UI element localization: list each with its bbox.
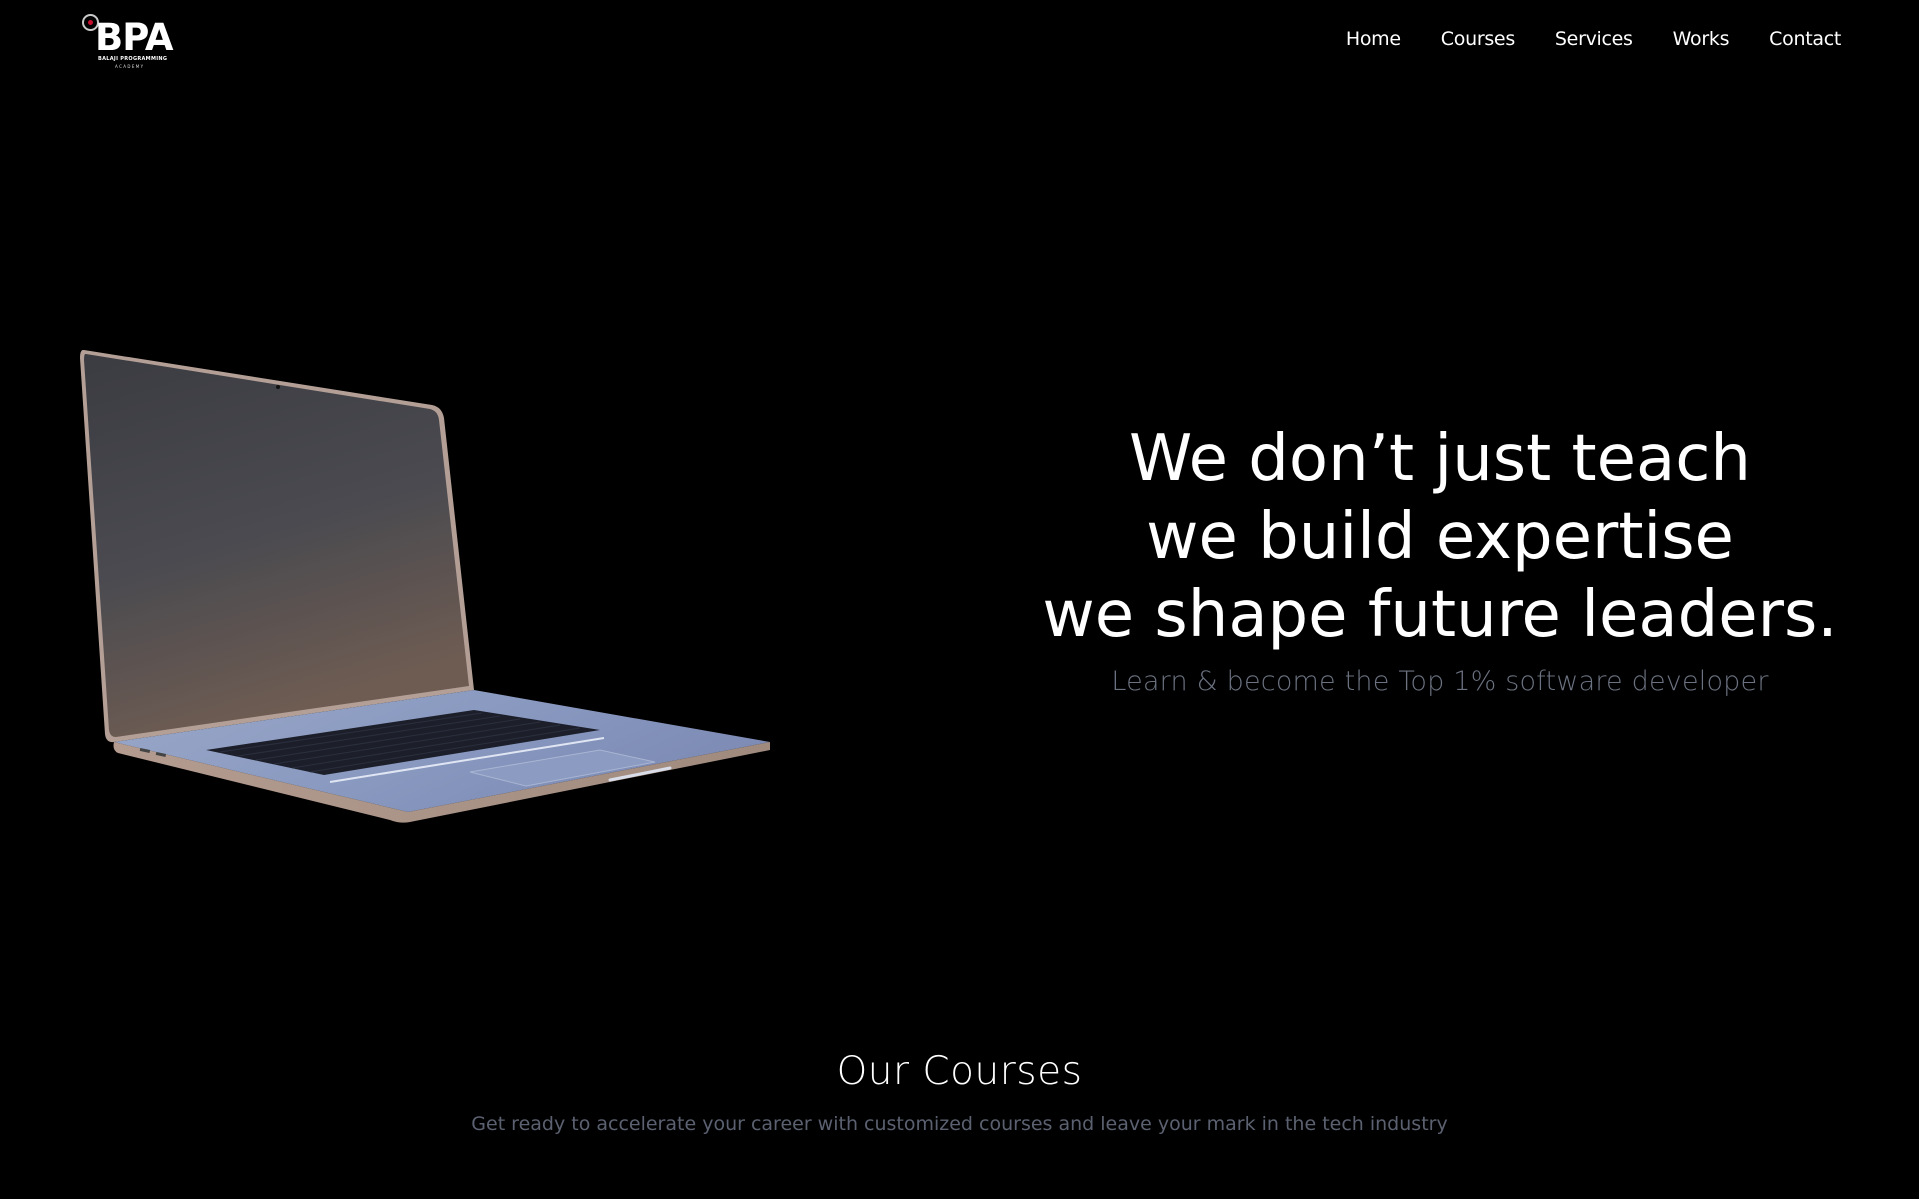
hero-tagline: Learn & become the Top 1% software devel… bbox=[1111, 666, 1769, 697]
courses-title: Our Courses bbox=[836, 1049, 1083, 1094]
brand-logo[interactable]: BPA BALAJI PROGRAMMING ACADEMY bbox=[82, 14, 182, 70]
headline-line-2: we build expertise bbox=[1146, 500, 1734, 574]
logo-subtitle-2: ACADEMY bbox=[115, 64, 145, 69]
nav-contact[interactable]: Contact bbox=[1769, 28, 1841, 50]
courses-subtitle: Get ready to accelerate your career with… bbox=[471, 1113, 1448, 1135]
logo-text: BPA bbox=[95, 16, 174, 59]
laptop-image bbox=[80, 350, 770, 823]
logo-subtitle: BALAJI PROGRAMMING bbox=[98, 56, 168, 62]
main-nav: Home Courses Services Works Contact bbox=[1306, 28, 1841, 50]
nav-home[interactable]: Home bbox=[1346, 28, 1401, 50]
courses-section: Our Courses Get ready to accelerate your… bbox=[0, 1045, 1919, 1135]
nav-courses[interactable]: Courses bbox=[1441, 28, 1515, 50]
nav-services[interactable]: Services bbox=[1555, 28, 1633, 50]
headline-line-3: we shape future leaders. bbox=[1042, 578, 1838, 652]
hero-headline: We don’t just teach we build expertise w… bbox=[1000, 420, 1880, 654]
headline-line-1: We don’t just teach bbox=[1129, 422, 1751, 496]
nav-works[interactable]: Works bbox=[1673, 28, 1730, 50]
hero-section: We don’t just teach we build expertise w… bbox=[1000, 420, 1880, 697]
